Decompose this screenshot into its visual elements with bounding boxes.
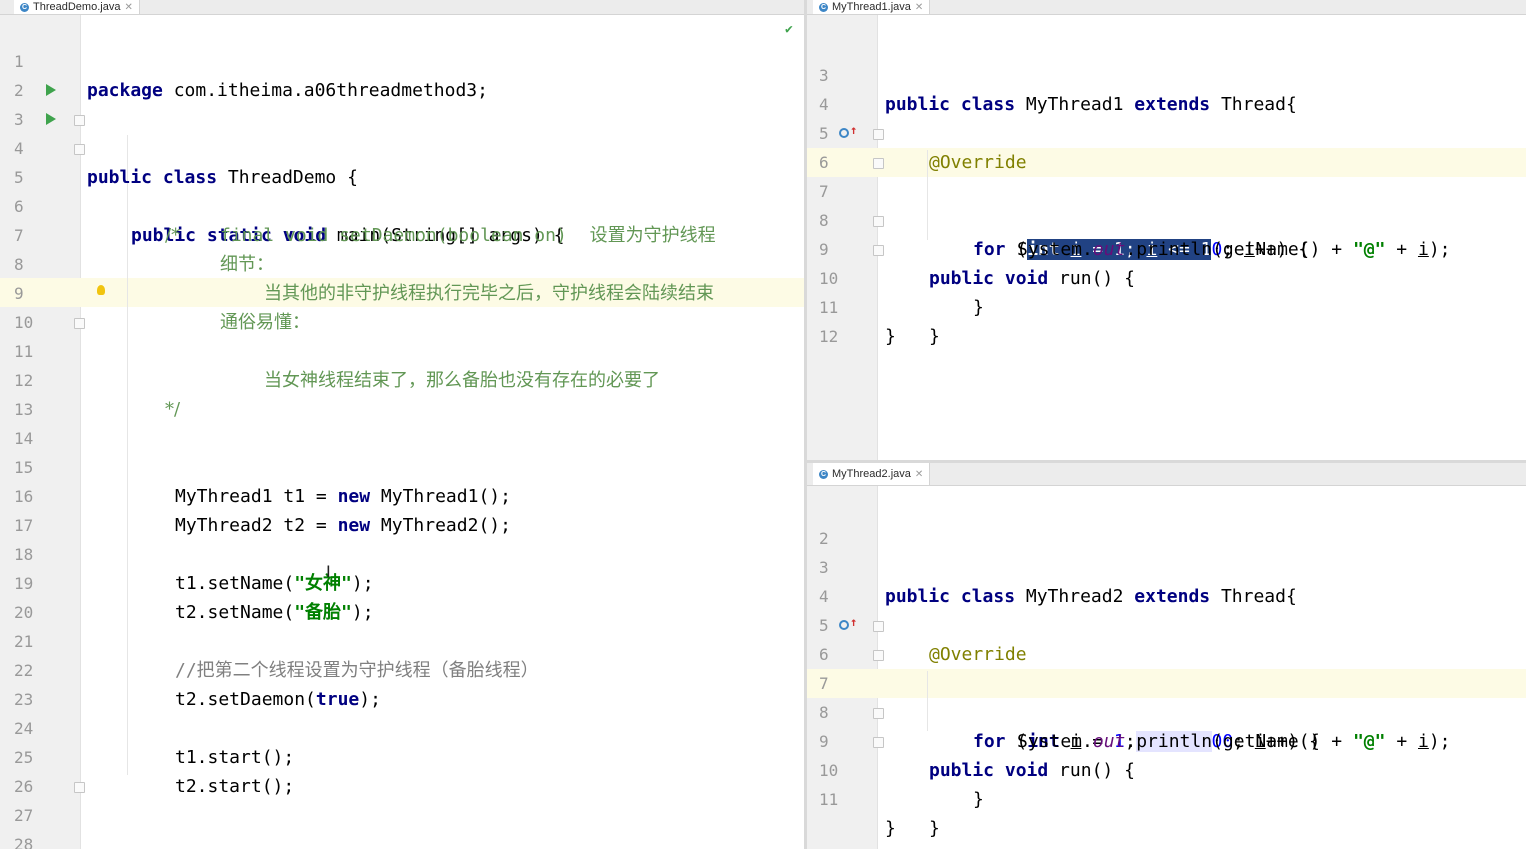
fold-icon[interactable]: [873, 708, 884, 719]
code-line[interactable]: 13: [0, 366, 804, 419]
tab-label: MyThread1.java: [832, 1, 911, 13]
code-line[interactable]: 18 t1.setName("女神");: [0, 511, 804, 594]
close-icon[interactable]: ✕: [915, 469, 923, 480]
code-line[interactable]: 7 细节：: [0, 192, 804, 275]
override-icon[interactable]: [839, 620, 849, 630]
code-line[interactable]: 2: [807, 495, 1526, 548]
code-line[interactable]: 5 /*: [0, 134, 804, 246]
tab-label: ThreadDemo.java: [33, 1, 121, 13]
code-line[interactable]: 7 for (int i = 1; i <= 100; i++) {: [807, 640, 1526, 752]
code-line[interactable]: 9 }: [807, 206, 1526, 318]
code-line[interactable]: 15 MyThread1 t1 = new MyThread1();: [0, 424, 804, 507]
editor-pane-mythread2[interactable]: C MyThread2.java ✕ 2 3 public class MyTh…: [807, 463, 1526, 849]
code-line[interactable]: 7 for (int i = 1; i <= 10; i++) {: [807, 148, 1526, 260]
code-line[interactable]: 9 }: [807, 698, 1526, 810]
fold-icon[interactable]: [74, 318, 85, 329]
code-line[interactable]: 11 }: [807, 756, 1526, 839]
code-text: }: [929, 326, 940, 347]
code-line[interactable]: 3 public class ThreadDemo {: [0, 76, 804, 188]
code-line[interactable]: 10 }: [807, 727, 1526, 839]
code-line[interactable]: 19 t2.setName("备胎");: [0, 540, 804, 623]
tab-bar: C MyThread1.java ✕: [807, 0, 1526, 15]
code-line[interactable]: 8 System.out.println(getName() + "@" + i…: [807, 177, 1526, 260]
code-line[interactable]: 4: [807, 553, 1526, 606]
code-line[interactable]: 6 ↑ public void run() {: [807, 119, 1526, 289]
code-line[interactable]: 3 public class MyThread1 extends Thread{: [807, 32, 1526, 115]
code-line[interactable]: 4 public static void main(String[] args)…: [0, 105, 804, 246]
close-icon[interactable]: ✕: [124, 2, 132, 13]
fold-icon[interactable]: [873, 245, 884, 256]
code-line[interactable]: 21 //把第二个线程设置为守护线程（备胎线程）: [0, 598, 804, 681]
java-class-icon: C: [819, 469, 828, 479]
code-text: }: [973, 789, 984, 810]
code-text: }: [885, 818, 896, 839]
tab-bar: C ThreadDemo.java ✕: [0, 0, 804, 15]
code-line[interactable]: 12: [0, 337, 804, 390]
fold-icon[interactable]: [74, 782, 85, 793]
line-number: 12: [819, 327, 839, 346]
code-line[interactable]: 26: [0, 743, 804, 796]
fold-icon[interactable]: [873, 158, 884, 169]
run-icon[interactable]: [46, 113, 56, 125]
code-line[interactable]: 10 当女神线程结束了，那么备胎也没有存在的必要了: [0, 279, 804, 391]
run-icon[interactable]: [46, 84, 56, 96]
override-icon[interactable]: [839, 128, 849, 138]
fold-icon[interactable]: [873, 650, 884, 661]
text-cursor-icon: I: [326, 562, 331, 581]
code-line[interactable]: 6 final void setDaemon(boolean on) 设置为守护…: [0, 163, 804, 246]
line-number: 11: [819, 790, 839, 809]
fold-icon[interactable]: [74, 115, 85, 126]
tab-bar: C MyThread2.java ✕: [807, 463, 1526, 486]
tab-label: MyThread2.java: [832, 468, 911, 480]
code-line[interactable]: 8 System.out.println(getName() + "@" + i…: [807, 669, 1526, 752]
code-line[interactable]: 12: [807, 293, 1526, 346]
code-line[interactable]: 1 package com.itheima.a06threadmethod3;: [0, 18, 804, 101]
code-line[interactable]: 3 public class MyThread2 extends Thread{: [807, 524, 1526, 607]
code-line[interactable]: 27 }: [0, 772, 804, 825]
tab-threaddemo[interactable]: C ThreadDemo.java ✕: [14, 0, 140, 14]
code-line[interactable]: 5 @Override: [807, 582, 1526, 665]
override-arrow-icon: ↑: [850, 615, 858, 629]
fold-icon[interactable]: [74, 144, 85, 155]
code-line[interactable]: 2: [0, 47, 804, 100]
tab-mythread2[interactable]: C MyThread2.java ✕: [813, 463, 931, 485]
code-text: }: [929, 818, 940, 839]
override-arrow-icon: ↑: [850, 123, 858, 137]
code-text: }: [885, 326, 896, 347]
code-line[interactable]: 11 }: [807, 264, 1526, 347]
code-line[interactable]: 28 }: [0, 801, 804, 849]
code-line[interactable]: 11 */: [0, 308, 804, 420]
code-line[interactable]: 4: [807, 61, 1526, 114]
editor-pane-mythread1[interactable]: C MyThread1.java ✕ 3 public class MyThre…: [807, 0, 1526, 460]
code-line[interactable]: 22 t2.setDaemon(true);: [0, 627, 804, 710]
code-line[interactable]: 8 当其他的非守护线程执行完毕之后，守护线程会陆续结束: [0, 221, 804, 304]
code-line[interactable]: 23: [0, 656, 804, 709]
fold-icon[interactable]: [873, 216, 884, 227]
fold-icon[interactable]: [873, 737, 884, 748]
code-line[interactable]: 17: [0, 482, 804, 535]
tab-mythread1[interactable]: C MyThread1.java ✕: [813, 0, 931, 14]
java-class-icon: C: [20, 2, 29, 12]
code-line[interactable]: 10 }: [807, 235, 1526, 347]
java-class-icon: C: [819, 2, 828, 12]
code-line[interactable]: 9 通俗易懂：: [0, 250, 804, 333]
code-line[interactable]: 20: [0, 569, 804, 622]
fold-icon[interactable]: [873, 129, 884, 140]
fold-icon[interactable]: [873, 621, 884, 632]
code-line[interactable]: 5 @Override: [807, 90, 1526, 173]
code-line[interactable]: 25 t2.start();: [0, 714, 804, 797]
close-icon[interactable]: ✕: [915, 2, 923, 13]
code-line[interactable]: 6 ↑ public void run() {: [807, 611, 1526, 781]
lightbulb-icon[interactable]: [97, 285, 105, 295]
code-line[interactable]: 16 MyThread2 t2 = new MyThread2();: [0, 453, 804, 536]
editor-pane-threaddemo[interactable]: C ThreadDemo.java ✕ ✔ 1 package com.ithe…: [0, 0, 804, 849]
code-line[interactable]: 24 t1.start();: [0, 685, 804, 768]
code-line[interactable]: 29: [0, 830, 804, 849]
code-line[interactable]: 14: [0, 395, 804, 448]
